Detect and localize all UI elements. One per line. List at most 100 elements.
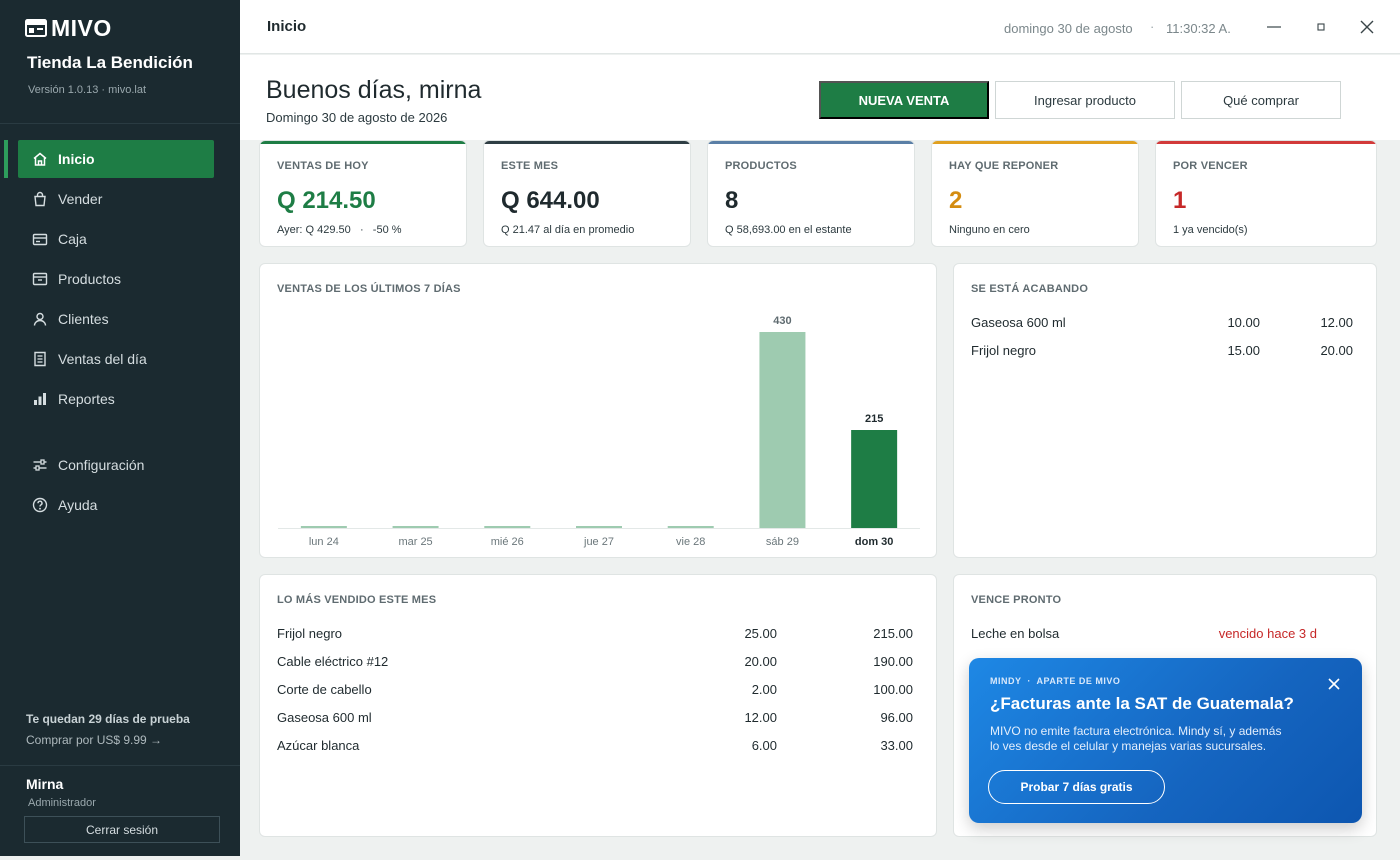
top-seller-total: 215.00 — [873, 626, 913, 641]
stat-accent-bar — [260, 141, 466, 144]
nav-item-ventas-del-dia[interactable]: Ventas del día — [18, 340, 214, 378]
stat-value: 8 — [725, 187, 739, 214]
full-date: Domingo 30 de agosto de 2026 — [266, 110, 448, 125]
stat-value: Q 214.50 — [277, 187, 376, 214]
sidebar-divider — [0, 765, 240, 766]
top-seller-qty: 25.00 — [744, 626, 777, 641]
stat-card-products[interactable]: PRODUCTOS 8 Q 58,693.00 en el estante — [707, 140, 915, 247]
chart-value-label: 215 — [865, 413, 883, 425]
nav-label: Ayuda — [58, 497, 98, 513]
try-free-button[interactable]: Probar 7 días gratis — [988, 770, 1165, 804]
stat-value: Q 644.00 — [501, 187, 600, 214]
logo: MIVO — [25, 16, 240, 40]
stat-label: ESTE MES — [501, 160, 559, 172]
low-stock-item-stock: 15.00 — [1227, 343, 1260, 358]
chart-category-label: mar 25 — [398, 536, 432, 548]
nav-item-ayuda[interactable]: Ayuda — [18, 486, 214, 524]
dashboard-header: Buenos días, mirna Domingo 30 de agosto … — [240, 55, 1400, 140]
top-seller-qty: 12.00 — [744, 710, 777, 725]
low-stock-item-min: 20.00 — [1320, 343, 1353, 358]
expiring-item-name: Leche en bolsa — [971, 626, 1060, 641]
new-sale-button[interactable]: NUEVA VENTA — [819, 81, 989, 119]
greeting: Buenos días, mirna — [266, 76, 482, 104]
promo-popup: MINDY · APARTE DE MIVO ¿Facturas ante la… — [969, 658, 1362, 823]
chart-category-label: mié 26 — [491, 536, 524, 548]
stat-card-this-month[interactable]: ESTE MES Q 644.00 Q 21.47 al día en prom… — [483, 140, 691, 247]
stat-label: VENTAS DE HOY — [277, 160, 369, 172]
panel-title: VENCE PRONTO — [971, 594, 1062, 606]
top-seller-qty: 6.00 — [751, 738, 777, 753]
stat-subtext: Q 58,693.00 en el estante — [725, 224, 852, 236]
trial-info: Te quedan 29 días de prueba Comprar por … — [26, 712, 190, 747]
low-stock-item-min: 12.00 — [1320, 315, 1353, 330]
nav-label: Vender — [58, 191, 103, 207]
chart-category-label: jue 27 — [583, 536, 614, 548]
logout-button[interactable]: Cerrar sesión — [24, 816, 220, 843]
buy-link[interactable]: Comprar por US$ 9.99 → — [26, 733, 190, 747]
minimize-button[interactable] — [1261, 14, 1287, 40]
low-stock-item-stock: 10.00 — [1227, 315, 1260, 330]
promo-close-button[interactable] — [1325, 675, 1343, 693]
chart-value-label: 430 — [773, 315, 791, 327]
receipt-icon — [32, 351, 48, 367]
nav-item-vender[interactable]: Vender — [18, 180, 214, 218]
current-date: domingo 30 de agosto — [1004, 21, 1133, 36]
add-product-button[interactable]: Ingresar producto — [995, 81, 1175, 119]
close-window-button[interactable] — [1354, 14, 1380, 40]
stat-accent-bar — [484, 141, 690, 144]
trial-days-left: Te quedan 29 días de prueba — [26, 712, 190, 726]
user-icon — [32, 311, 48, 327]
stat-subtext: Ninguno en cero — [949, 224, 1030, 236]
nav-item-clientes[interactable]: Clientes — [18, 300, 214, 338]
brand: MIVO Tienda La Bendición Versión 1.0.13 … — [0, 0, 240, 124]
expiring-item-status: vencido hace 3 d — [1218, 626, 1317, 641]
home-icon — [32, 151, 48, 167]
nav-label: Reportes — [58, 391, 115, 407]
stat-card-sales-today[interactable]: VENTAS DE HOY Q 214.50 Ayer: Q 429.50 · … — [259, 140, 467, 247]
top-seller-total: 100.00 — [873, 682, 913, 697]
chart-bar — [576, 526, 622, 528]
nav-item-configuracion[interactable]: Configuración — [18, 446, 214, 484]
stat-card-expiring[interactable]: POR VENCER 1 1 ya vencido(s) — [1155, 140, 1377, 247]
user-name: Mirna — [26, 776, 64, 792]
stat-card-restock[interactable]: HAY QUE REPONER 2 Ninguno en cero — [931, 140, 1139, 247]
top-sellers-panel: LO MÁS VENDIDO ESTE MES Frijol negro 25.0… — [259, 574, 937, 837]
nav-label: Caja — [58, 231, 87, 247]
close-icon — [1360, 20, 1374, 34]
top-seller-name: Gaseosa 600 ml — [277, 710, 372, 725]
sliders-icon — [32, 457, 48, 473]
store-name: Tienda La Bendición — [27, 53, 193, 72]
stat-value: 1 — [1173, 187, 1187, 214]
nav-item-caja[interactable]: Caja — [18, 220, 214, 258]
stat-accent-bar — [708, 141, 914, 144]
low-stock-panel: SE ESTÁ ACABANDO Gaseosa 600 ml 10.00 12… — [953, 263, 1377, 558]
low-stock-item-name: Frijol negro — [971, 343, 1037, 358]
nav-item-productos[interactable]: Productos — [18, 260, 214, 298]
nav-item-inicio[interactable]: Inicio — [18, 140, 214, 178]
page-title: Inicio — [267, 18, 307, 35]
nav-item-reportes[interactable]: Reportes — [18, 380, 214, 418]
chart-bar — [759, 332, 806, 528]
top-bar: Inicio domingo 30 de agosto · 11:30:32 A… — [240, 0, 1400, 54]
nav-label: Configuración — [58, 457, 145, 473]
chart-bar — [392, 526, 439, 528]
nav-label: Clientes — [58, 311, 109, 327]
promo-tag: MINDY · APARTE DE MIVO — [990, 676, 1121, 686]
date-time-separator: · — [1150, 19, 1155, 34]
top-seller-name: Cable eléctrico #12 — [277, 654, 389, 669]
close-icon — [1328, 678, 1340, 690]
store-logo-icon — [25, 19, 47, 37]
top-seller-qty: 2.00 — [751, 682, 777, 697]
what-to-buy-button[interactable]: Qué comprar — [1181, 81, 1341, 119]
chart-bar — [667, 526, 714, 528]
stat-label: POR VENCER — [1173, 160, 1248, 172]
nav-label: Productos — [58, 271, 122, 287]
maximize-button[interactable] — [1308, 14, 1334, 40]
top-seller-qty: 20.00 — [744, 654, 777, 669]
low-stock-item-name: Gaseosa 600 ml — [971, 315, 1066, 330]
chart-category-label: dom 30 — [855, 536, 894, 548]
stat-value: 2 — [949, 187, 963, 214]
app-version: Versión 1.0.13 · mivo.lat — [28, 84, 147, 96]
help-icon — [32, 497, 48, 513]
nav-label: Ventas del día — [58, 351, 147, 367]
